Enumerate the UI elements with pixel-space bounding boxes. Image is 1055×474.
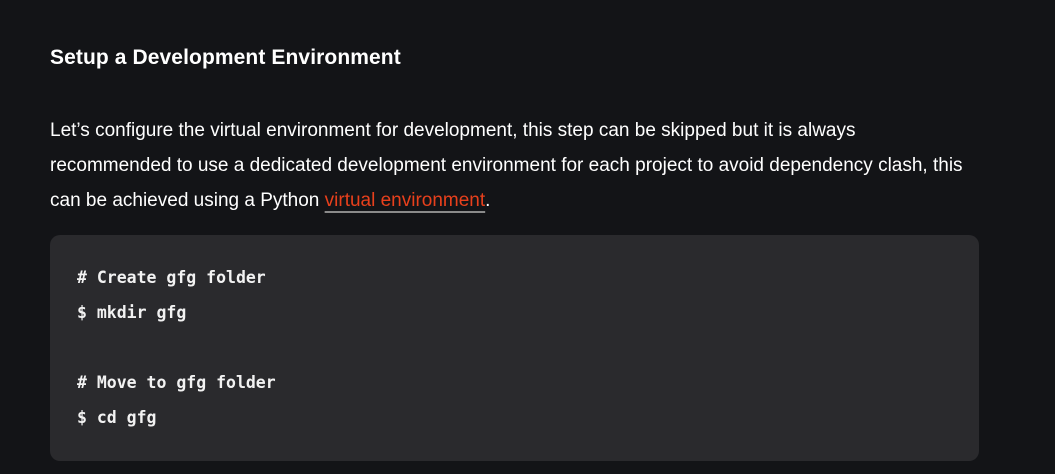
intro-paragraph: Let’s configure the virtual environment … xyxy=(50,113,980,218)
virtual-environment-link[interactable]: virtual environment xyxy=(325,190,486,211)
code-block: # Create gfg folder $ mkdir gfg # Move to… xyxy=(50,235,979,461)
paragraph-end: . xyxy=(485,190,491,211)
code-line: $ cd gfg xyxy=(77,408,157,427)
code-content: # Create gfg folder $ mkdir gfg # Move to… xyxy=(77,260,952,435)
code-line: # Create gfg folder xyxy=(77,268,266,287)
code-line: # Move to gfg folder xyxy=(77,373,276,392)
section-heading: Setup a Development Environment xyxy=(50,46,401,69)
code-line: $ mkdir gfg xyxy=(77,303,187,322)
paragraph-text: Let’s configure the virtual environment … xyxy=(50,120,963,211)
